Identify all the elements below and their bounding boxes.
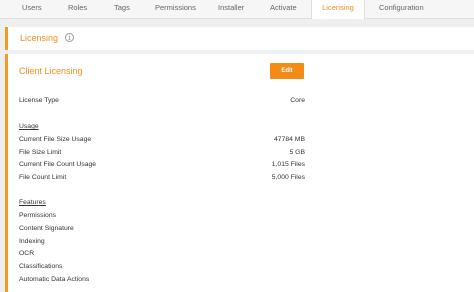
feature-item: OCR: [19, 250, 35, 257]
tab-roles[interactable]: Roles: [68, 0, 87, 18]
info-icon[interactable]: i: [65, 33, 74, 42]
tab-tags[interactable]: Tags: [114, 0, 130, 18]
features-heading: Features: [19, 199, 46, 206]
licensing-header: Licensing i: [5, 27, 474, 50]
tab-permissions[interactable]: Permissions: [155, 0, 196, 18]
usage-row: Current File Size Usage 47784 MB: [19, 136, 305, 146]
client-licensing-card: Client Licensing Edit License Type Core …: [5, 54, 474, 292]
usage-row-label: File Count Limit: [19, 174, 67, 181]
license-type-label: License Type: [19, 97, 59, 104]
tab-users[interactable]: Users: [22, 0, 42, 18]
usage-row: Current File Count Usage 1,015 Files: [19, 161, 305, 171]
usage-row-label: Current File Count Usage: [19, 161, 97, 168]
usage-heading: Usage: [19, 123, 39, 130]
usage-row-value: 47784 MB: [274, 136, 305, 143]
tab-activate[interactable]: Activate: [270, 0, 297, 18]
feature-item: Indexing: [19, 238, 45, 245]
tab-licensing[interactable]: Licensing: [311, 0, 365, 19]
usage-row: File Count Limit 5,000 Files: [19, 174, 305, 184]
usage-row: File Size Limit 5 GB: [19, 149, 305, 159]
usage-row-value: 5,000 Files: [271, 174, 305, 181]
page-title: Licensing: [20, 33, 59, 43]
admin-tab-bar: Users Roles Tags Permissions Installer A…: [0, 0, 474, 19]
tab-configuration[interactable]: Configuration: [379, 0, 424, 18]
usage-row-value: 5 GB: [289, 149, 306, 156]
card-title: Client Licensing: [19, 66, 83, 76]
feature-item: Automatic Data Actions: [19, 276, 90, 283]
feature-item: Permissions: [19, 212, 57, 219]
feature-item: Content Signature: [19, 225, 74, 232]
edit-button[interactable]: Edit: [270, 63, 304, 79]
license-type-row: License Type Core: [19, 97, 305, 107]
feature-item: Classifications: [19, 263, 63, 270]
tab-installer[interactable]: Installer: [218, 0, 244, 18]
license-type-value: Core: [290, 97, 305, 104]
usage-row-value: 1,015 Files: [271, 161, 305, 168]
usage-row-label: Current File Size Usage: [19, 136, 92, 143]
usage-row-label: File Size Limit: [19, 149, 62, 156]
